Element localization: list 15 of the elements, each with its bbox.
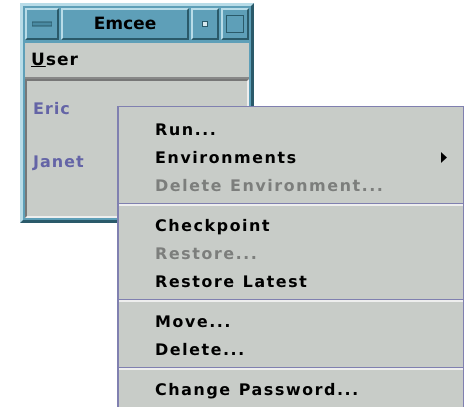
minus-icon <box>32 20 52 28</box>
window-menu-button[interactable] <box>25 8 59 40</box>
square-icon <box>226 15 244 33</box>
minimize-button[interactable] <box>191 8 219 40</box>
menu-item[interactable]: Restore Latest <box>119 267 463 295</box>
menu-item[interactable]: Delete... <box>119 335 463 363</box>
menu-item[interactable]: Environments <box>119 143 463 171</box>
menu-item[interactable]: Run... <box>119 115 463 143</box>
menu-item[interactable]: Checkpoint <box>119 211 463 239</box>
menu-item[interactable]: User <box>25 50 85 70</box>
submenu-arrow-icon <box>441 152 447 162</box>
menu-item[interactable]: Change Password... <box>119 375 463 403</box>
menu-item[interactable]: Move... <box>119 307 463 335</box>
maximize-button[interactable] <box>221 8 249 40</box>
window-title: Emcee <box>61 8 189 40</box>
